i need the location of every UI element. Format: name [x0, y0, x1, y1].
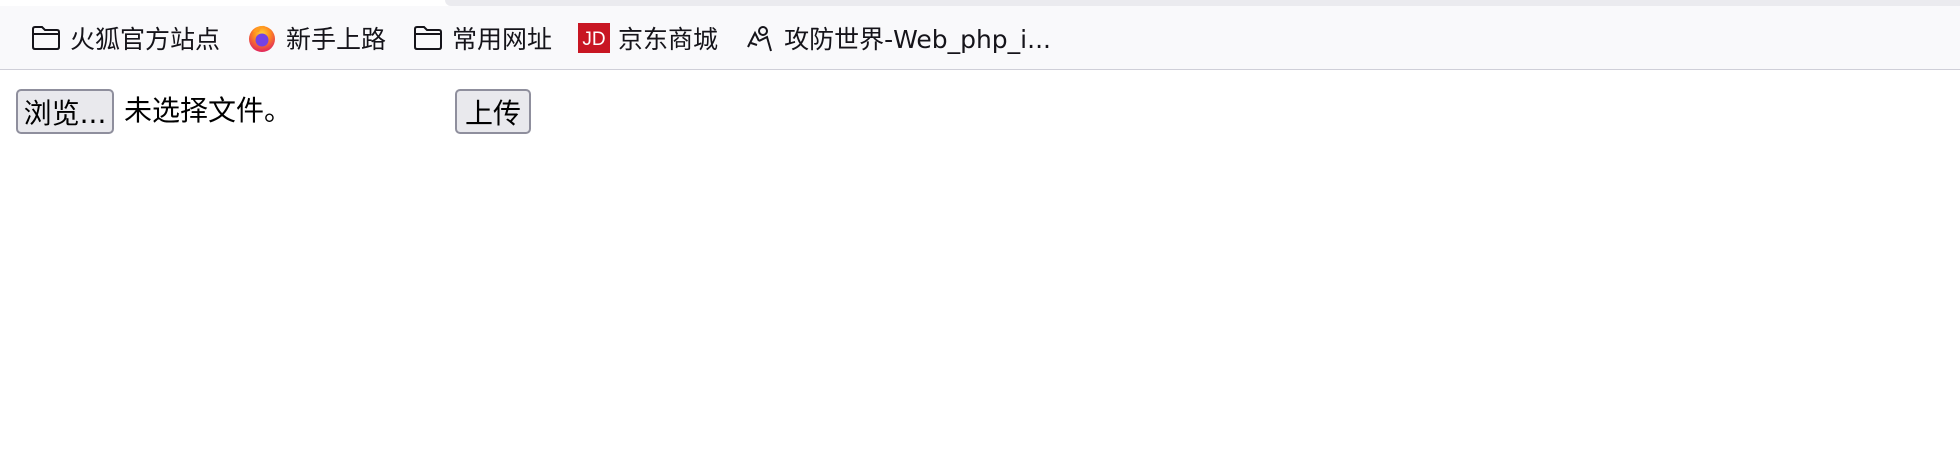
folder-icon: [30, 22, 62, 54]
bookmark-label: 京东商城: [618, 24, 719, 54]
adworld-logo-icon: [744, 22, 776, 54]
bookmark-getting-started[interactable]: 新手上路: [240, 18, 392, 58]
bookmarks-toolbar: 火狐官方站点 新手上路 常用网址 JD 京东商城 攻防世界-Web_php_i.…: [0, 6, 1960, 70]
bookmark-jd-mall[interactable]: JD 京东商城: [572, 18, 724, 58]
bookmark-folder-common-sites[interactable]: 常用网址: [406, 18, 558, 58]
selected-file-status: 未选择文件。: [124, 94, 293, 127]
page-content: 浏览... 未选择文件。 上传: [0, 71, 1960, 450]
upload-button[interactable]: 上传: [455, 89, 531, 134]
bookmark-label: 新手上路: [286, 24, 387, 54]
folder-icon: [412, 22, 444, 54]
bookmark-label: 常用网址: [452, 24, 553, 54]
bookmark-label: 攻防世界-Web_php_i...: [784, 24, 1051, 54]
firefox-icon: [246, 22, 278, 54]
bookmark-folder-firefox-official[interactable]: 火狐官方站点: [24, 18, 226, 58]
bookmark-adworld[interactable]: 攻防世界-Web_php_i...: [738, 18, 1057, 58]
jd-logo-icon: JD: [578, 22, 611, 54]
jd-logo-text: JD: [582, 29, 605, 50]
browse-file-button[interactable]: 浏览...: [16, 89, 114, 134]
bookmark-label: 火狐官方站点: [70, 24, 221, 54]
